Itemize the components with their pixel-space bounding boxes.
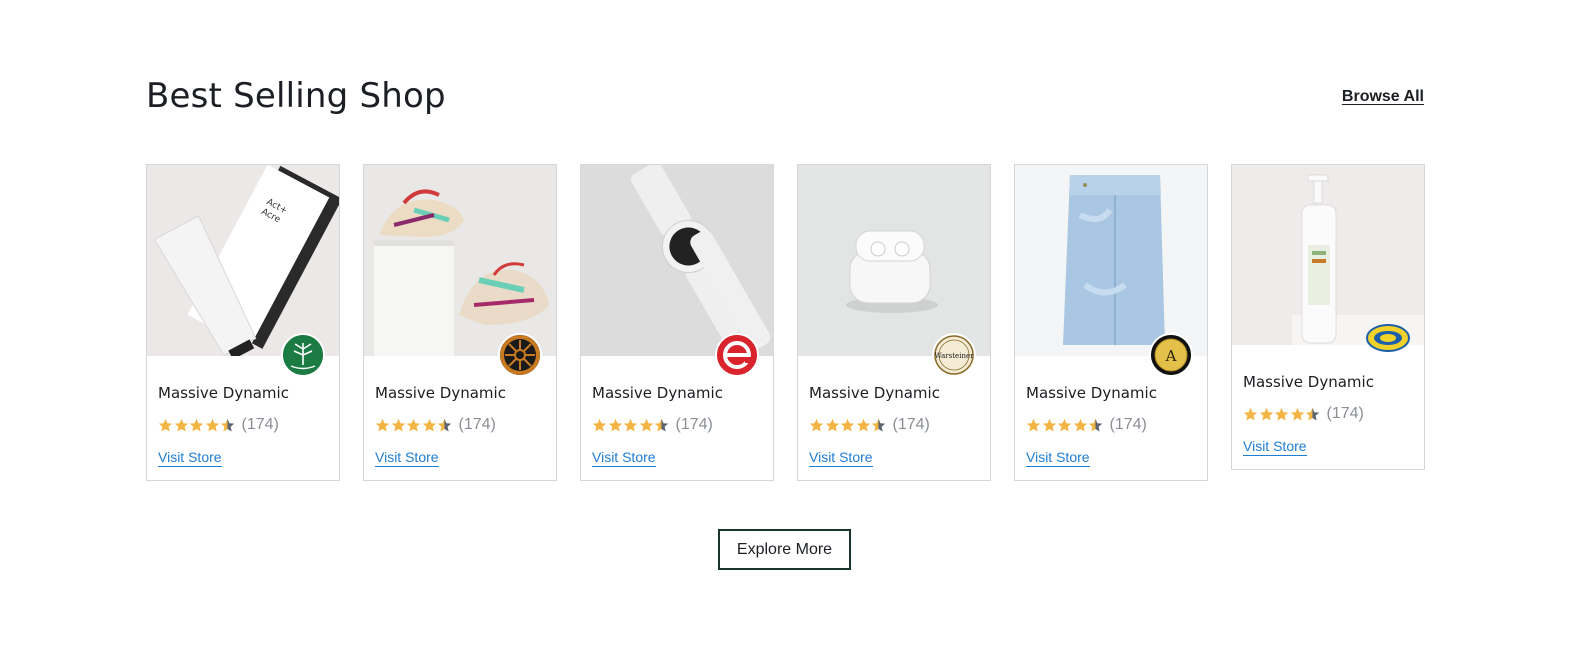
- shop-name: Massive Dynamic: [1026, 384, 1157, 402]
- shop-name: Massive Dynamic: [809, 384, 940, 402]
- star-icon: [871, 418, 886, 431]
- rating-stars-icon: [1026, 418, 1104, 433]
- visit-store-link[interactable]: Visit Store: [158, 449, 222, 467]
- star-icon: [856, 418, 870, 431]
- section-title: Best Selling Shop: [146, 76, 446, 116]
- product-image-earbuds: [798, 165, 990, 356]
- star-icon: [422, 418, 436, 431]
- product-image-hair-mask: Act+ Acre: [147, 165, 339, 356]
- section-header: Best Selling Shop Browse All: [146, 76, 1424, 120]
- star-icon: [1073, 418, 1087, 431]
- star-icon: [158, 418, 173, 431]
- product-image-sneakers: [364, 165, 556, 356]
- star-icon: [825, 418, 839, 431]
- star-icon: [437, 418, 452, 431]
- rating-count: (174): [675, 416, 713, 433]
- rating-count: (174): [892, 416, 930, 433]
- star-icon: [174, 418, 188, 431]
- shop-name: Massive Dynamic: [158, 384, 289, 402]
- shop-card[interactable]: Massive Dynamic (174) Visit Store: [363, 164, 557, 481]
- svg-text:A: A: [1165, 347, 1177, 365]
- rating-stars-icon: [592, 418, 670, 433]
- rating-stars-icon: [375, 418, 453, 433]
- shop-card[interactable]: A Massive Dynamic (174) Visit Store: [1014, 164, 1208, 481]
- star-icon: [1057, 418, 1072, 431]
- product-image-jeans: [1015, 165, 1207, 356]
- shop-card[interactable]: Act+ Acre Massive Dynamic (174) Visit St…: [146, 164, 340, 481]
- product-image-pump-bottle: [1232, 165, 1424, 345]
- star-icon: [654, 418, 669, 431]
- svg-text:Warsteiner: Warsteiner: [935, 352, 974, 360]
- gold-a-coin-logo: A: [1149, 333, 1193, 377]
- rating-count: (174): [1109, 416, 1147, 433]
- shop-card[interactable]: Massive Dynamic (174) Visit Store: [1231, 164, 1425, 470]
- star-icon: [1088, 418, 1103, 431]
- visit-store-link[interactable]: Visit Store: [1026, 449, 1090, 467]
- star-icon: [1042, 418, 1056, 431]
- shop-name: Massive Dynamic: [1243, 373, 1374, 391]
- star-icon: [809, 418, 824, 431]
- shop-rating: (174): [158, 415, 279, 435]
- rating-stars-icon: [809, 418, 887, 433]
- warsteiner-seal-logo: Warsteiner: [932, 333, 976, 377]
- star-icon: [375, 418, 390, 431]
- star-icon: [406, 418, 421, 431]
- star-icon: [592, 418, 607, 431]
- shop-rating: (174): [809, 415, 930, 435]
- rating-count: (174): [458, 416, 496, 433]
- star-icon: [189, 418, 204, 431]
- star-icon: [639, 418, 653, 431]
- shop-rating: (174): [1243, 404, 1364, 424]
- shop-card[interactable]: Massive Dynamic (174) Visit Store: [580, 164, 774, 481]
- star-icon: [205, 418, 219, 431]
- explore-more-button[interactable]: Explore More: [718, 529, 851, 570]
- star-icon: [1259, 407, 1273, 420]
- star-icon: [1026, 418, 1041, 431]
- wheel-badge-logo: [498, 333, 542, 377]
- rating-count: (174): [1326, 405, 1364, 422]
- rating-count: (174): [241, 416, 279, 433]
- star-icon: [1243, 407, 1258, 420]
- shop-card[interactable]: Warsteiner Massive Dynamic (174) Visit S…: [797, 164, 991, 481]
- visit-store-link[interactable]: Visit Store: [809, 449, 873, 467]
- visit-store-link[interactable]: Visit Store: [1243, 438, 1307, 456]
- star-icon: [608, 418, 622, 431]
- star-icon: [1274, 407, 1289, 420]
- star-icon: [391, 418, 405, 431]
- visit-store-link[interactable]: Visit Store: [375, 449, 439, 467]
- shop-name: Massive Dynamic: [375, 384, 506, 402]
- round-river-tree-logo: [281, 333, 325, 377]
- star-icon: [1305, 407, 1320, 420]
- shop-rating: (174): [1026, 415, 1147, 435]
- shop-rating: (174): [375, 415, 496, 435]
- shop-name: Massive Dynamic: [592, 384, 723, 402]
- browse-all-link[interactable]: Browse All: [1342, 88, 1424, 106]
- red-e-logo: [715, 333, 759, 377]
- shop-rating: (174): [592, 415, 713, 435]
- rating-stars-icon: [158, 418, 236, 433]
- star-icon: [1290, 407, 1304, 420]
- star-icon: [220, 418, 235, 431]
- visit-store-link[interactable]: Visit Store: [592, 449, 656, 467]
- star-icon: [623, 418, 638, 431]
- product-image-smartwatch: [581, 165, 773, 356]
- rating-stars-icon: [1243, 407, 1321, 422]
- custom-badge-logo: [1366, 323, 1410, 353]
- star-icon: [840, 418, 855, 431]
